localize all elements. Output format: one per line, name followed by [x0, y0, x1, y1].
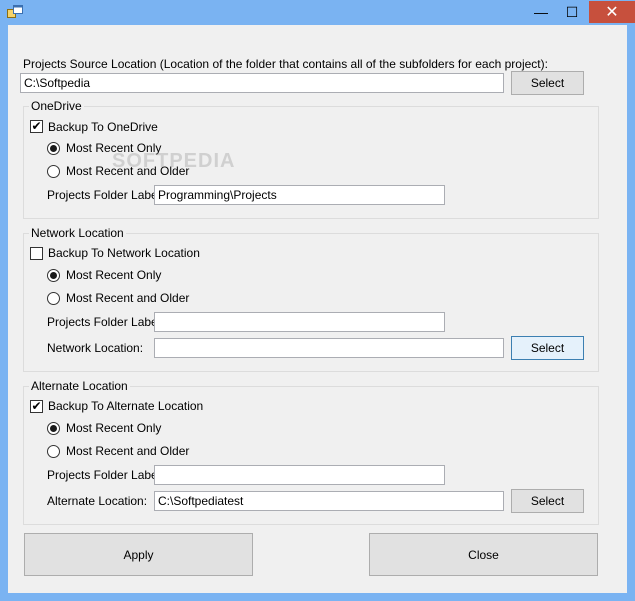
radio-dot-icon: [50, 272, 57, 279]
checkmark-icon: ✔: [31, 399, 42, 413]
minimize-button[interactable]: —: [524, 1, 558, 23]
network-group-title: Network Location: [29, 226, 126, 240]
source-location-input[interactable]: C:\Softpedia: [20, 73, 504, 93]
alternate-radio-older-label[interactable]: Most Recent and Older: [66, 444, 189, 458]
alternate-backup-label[interactable]: Backup To Alternate Location: [48, 399, 203, 413]
source-select-button[interactable]: Select: [511, 71, 584, 95]
alternate-radio-recent-label[interactable]: Most Recent Only: [66, 421, 161, 435]
network-radio-older-label[interactable]: Most Recent and Older: [66, 291, 189, 305]
network-radio-recent-label[interactable]: Most Recent Only: [66, 268, 161, 282]
apply-button[interactable]: Apply: [24, 533, 253, 576]
onedrive-radio-older[interactable]: [47, 165, 60, 178]
network-radio-recent[interactable]: [47, 269, 60, 282]
close-button[interactable]: Close: [369, 533, 598, 576]
alternate-group-title: Alternate Location: [29, 379, 130, 393]
alternate-radio-older[interactable]: [47, 445, 60, 458]
radio-dot-icon: [50, 145, 57, 152]
source-location-label: Projects Source Location (Location of th…: [23, 57, 548, 71]
network-location-label: Network Location:: [47, 341, 144, 355]
app-window-icon: [7, 5, 23, 19]
onedrive-folder-label: Projects Folder Label:: [47, 188, 164, 202]
onedrive-radio-recent[interactable]: [47, 142, 60, 155]
close-icon: ✕: [605, 4, 619, 21]
softpedia-watermark: SOFTPEDIA: [112, 150, 236, 172]
close-window-button[interactable]: ✕: [589, 1, 635, 23]
title-bar[interactable]: — ☐ ✕: [0, 0, 635, 25]
alternate-location-label: Alternate Location:: [47, 494, 148, 508]
alternate-radio-recent[interactable]: [47, 422, 60, 435]
radio-dot-icon: [50, 425, 57, 432]
onedrive-backup-label[interactable]: Backup To OneDrive: [48, 120, 158, 134]
alternate-location-input[interactable]: C:\Softpediatest: [154, 491, 504, 511]
onedrive-group-title: OneDrive: [29, 99, 84, 113]
maximize-button[interactable]: ☐: [555, 1, 589, 23]
alternate-backup-checkbox[interactable]: ✔: [30, 400, 43, 413]
checkmark-icon: ✔: [31, 119, 42, 133]
network-folder-label: Projects Folder Label:: [47, 315, 164, 329]
network-backup-checkbox[interactable]: ✔: [30, 247, 43, 260]
onedrive-backup-checkbox[interactable]: ✔: [30, 120, 43, 133]
network-folder-input[interactable]: [154, 312, 445, 332]
network-backup-label[interactable]: Backup To Network Location: [48, 246, 200, 260]
network-radio-older[interactable]: [47, 292, 60, 305]
onedrive-folder-input[interactable]: Programming\Projects: [154, 185, 445, 205]
maximize-icon: ☐: [565, 3, 579, 20]
minimize-icon: —: [534, 4, 548, 20]
alternate-folder-label: Projects Folder Label:: [47, 468, 164, 482]
alternate-folder-input[interactable]: [154, 465, 445, 485]
network-select-button[interactable]: Select: [511, 336, 584, 360]
alternate-select-button[interactable]: Select: [511, 489, 584, 513]
network-location-input[interactable]: [154, 338, 504, 358]
